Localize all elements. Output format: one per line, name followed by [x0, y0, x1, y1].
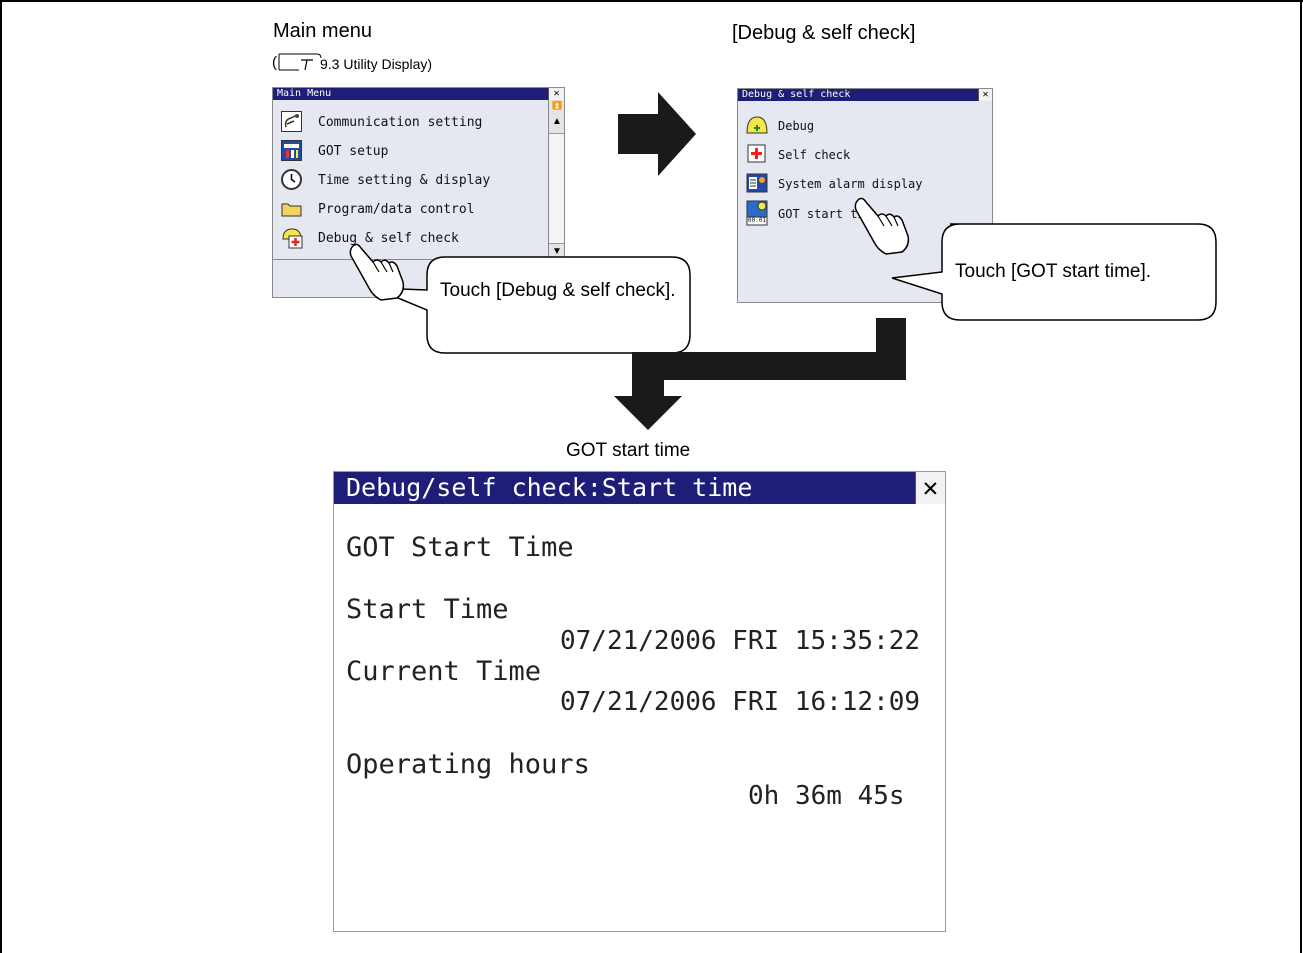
main-menu-item-time-setting[interactable]: Time setting & display — [273, 167, 545, 193]
system-alarm-icon — [746, 172, 768, 194]
operating-hours-value: 0h 36m 45s — [748, 781, 905, 811]
debug-item-label: Debug — [778, 119, 815, 133]
hand-pointer-icon — [854, 197, 910, 255]
main-menu-item-label: GOT setup — [318, 144, 389, 159]
hand-pointer-icon — [349, 243, 405, 301]
debug-item-system-alarm[interactable]: System alarm display — [738, 170, 988, 196]
debug-item-label: Self check — [778, 148, 851, 162]
right-arrow — [618, 92, 696, 176]
start-time-title-bar: Debug/self check:Start time ✕ — [334, 472, 945, 504]
main-menu-scrollbar[interactable]: ⏫ ▲ ▼ — [548, 100, 564, 261]
start-time-label: Start Time — [346, 594, 509, 625]
down-arrow — [614, 318, 906, 430]
main-menu-item-label: Program/data control — [318, 202, 475, 217]
current-time-label: Current Time — [346, 656, 542, 687]
main-menu-item-program-data[interactable]: Program/data control — [273, 196, 545, 222]
main-menu-item-communication[interactable]: Communication setting — [273, 109, 545, 135]
main-menu-close-button[interactable]: ✕ — [548, 88, 564, 100]
frame-right-line — [1300, 0, 1302, 953]
start-time-window: Debug/self check:Start time ✕ GOT Start … — [333, 471, 946, 932]
got-start-time-caption: GOT start time — [566, 440, 691, 461]
got-start-time-icon: 00:01 — [746, 200, 770, 226]
debug-window-title: Debug & self check — [742, 89, 851, 100]
start-time-window-title: Debug/self check:Start time — [346, 473, 753, 502]
main-menu-item-debug[interactable]: Debug & self check — [273, 225, 545, 251]
self-check-icon — [747, 144, 766, 163]
debug-item-debug[interactable]: Debug — [738, 112, 988, 138]
callout-touch-got-text: Touch [GOT start time]. — [955, 261, 1152, 282]
start-time-heading: GOT Start Time — [346, 532, 574, 563]
current-time-value: 07/21/2006 FRI 16:12:09 — [560, 687, 921, 717]
frame-left-line — [0, 0, 2, 953]
main-menu-title-bar: Main Menu ✕ — [273, 88, 564, 100]
main-menu-title: Main Menu — [277, 88, 332, 99]
start-time-close-button[interactable]: ✕ — [915, 472, 945, 504]
debug-item-label: System alarm display — [778, 177, 923, 191]
main-menu-caption: Main menu — [273, 20, 372, 42]
debug-item-self-check[interactable]: Self check — [738, 141, 988, 167]
operating-hours-label: Operating hours — [346, 749, 590, 780]
debug-window-close-button[interactable]: ✕ — [978, 89, 992, 101]
clock-icon — [281, 169, 302, 190]
got-setup-icon — [281, 140, 302, 161]
scroll-up-button[interactable]: ▲ — [549, 111, 564, 134]
debug-icon — [746, 115, 768, 135]
folder-icon — [281, 201, 302, 217]
start-time-value: 07/21/2006 FRI 15:35:22 — [560, 626, 921, 656]
debug-self-check-caption: [Debug & self check] — [732, 22, 916, 44]
main-menu-item-got-setup[interactable]: GOT setup — [273, 138, 545, 164]
frame-top-line — [0, 0, 1303, 2]
reference-hand-icon — [278, 53, 322, 71]
main-menu-item-label: Time setting & display — [318, 173, 491, 188]
debug-self-check-icon — [281, 227, 303, 249]
reference-link[interactable]: ( 9.3 Utility Display) — [272, 53, 512, 76]
main-menu-item-label: Communication setting — [318, 115, 483, 130]
got-start-time-icon-text: 00:01 — [748, 217, 767, 224]
communication-setting-icon — [281, 111, 302, 132]
debug-window-title-bar: Debug & self check ✕ — [738, 89, 992, 101]
reference-text: 9.3 Utility Display) — [320, 56, 433, 72]
callout-touch-debug-text: Touch [Debug & self check]. — [440, 280, 676, 301]
